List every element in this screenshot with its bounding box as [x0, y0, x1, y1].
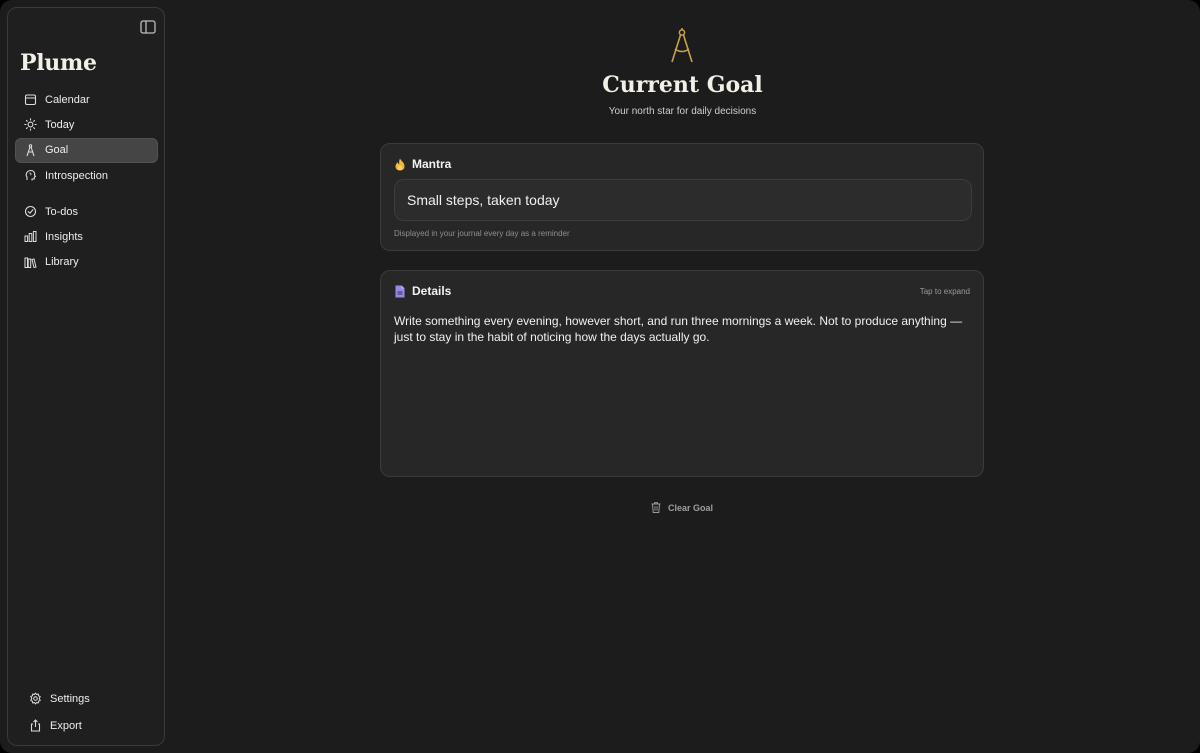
sidebar-item-label: To-dos [45, 205, 79, 218]
mantra-header: Mantra [394, 157, 451, 171]
nav-primary: Calendar Today Goal Introspection [15, 87, 158, 189]
clear-goal-label: Clear Goal [668, 502, 714, 513]
mantra-hint: Displayed in your journal every day as a… [394, 229, 570, 238]
compass-icon [671, 28, 693, 63]
compass-icon [24, 144, 37, 157]
main-content: Current Goal Your north star for daily d… [165, 0, 1200, 753]
bar-chart-icon [24, 230, 37, 243]
flame-icon [395, 158, 405, 170]
check-circle-icon [24, 205, 37, 218]
nav-secondary: To-dos Insights Library [15, 199, 158, 275]
details-text[interactable]: Write something every evening, however s… [394, 313, 976, 345]
sidebar-item-introspection[interactable]: Introspection [15, 163, 158, 188]
sidebar-item-label: Introspection [45, 169, 108, 182]
sidebar-item-export[interactable]: Export [20, 712, 160, 739]
trash-icon [651, 502, 661, 513]
details-card[interactable]: Details Tap to expand Write something ev… [380, 270, 984, 477]
sun-icon [24, 118, 37, 132]
page-title: Current Goal [602, 72, 763, 98]
share-icon [29, 719, 42, 732]
sidebar-item-todos[interactable]: To-dos [15, 199, 158, 224]
sidebar-item-label: Settings [50, 692, 90, 705]
sidebar-item-calendar[interactable]: Calendar [15, 87, 158, 112]
sidebar-item-goal[interactable]: Goal [15, 137, 158, 163]
mantra-label: Mantra [412, 157, 452, 171]
details-header: Details [394, 284, 451, 298]
details-label: Details [412, 284, 452, 298]
sidebar-item-label: Goal [45, 144, 69, 157]
page-subtitle: Your north star for daily decisions [608, 106, 757, 117]
mantra-card: Mantra Displayed in your journal every d… [380, 143, 984, 251]
sidebar-item-today[interactable]: Today [15, 112, 158, 137]
app-window: Plume Calendar Today Goal Introspection … [0, 0, 1200, 753]
gear-icon [29, 692, 42, 705]
sidebar-item-library[interactable]: Library [15, 250, 158, 275]
document-icon [395, 285, 405, 297]
sidebar-item-label: Today [45, 118, 75, 131]
sidebar: Plume Calendar Today Goal Introspection … [7, 7, 165, 746]
mantra-input[interactable] [394, 179, 972, 221]
sidebar-toggle-icon[interactable] [140, 20, 156, 34]
sidebar-item-label: Library [45, 256, 79, 269]
sidebar-item-label: Export [50, 719, 82, 732]
calendar-icon [24, 93, 37, 106]
head-icon [24, 169, 37, 182]
sidebar-item-label: Calendar [45, 93, 90, 106]
app-title: Plume [20, 50, 97, 76]
sidebar-item-label: Insights [45, 230, 83, 243]
clear-goal-button[interactable]: Clear Goal [651, 502, 713, 513]
sidebar-item-settings[interactable]: Settings [20, 685, 160, 712]
expand-hint[interactable]: Tap to expand [920, 287, 970, 296]
nav-footer: Settings Export [20, 685, 160, 740]
sidebar-item-insights[interactable]: Insights [15, 224, 158, 249]
books-icon [24, 256, 37, 269]
